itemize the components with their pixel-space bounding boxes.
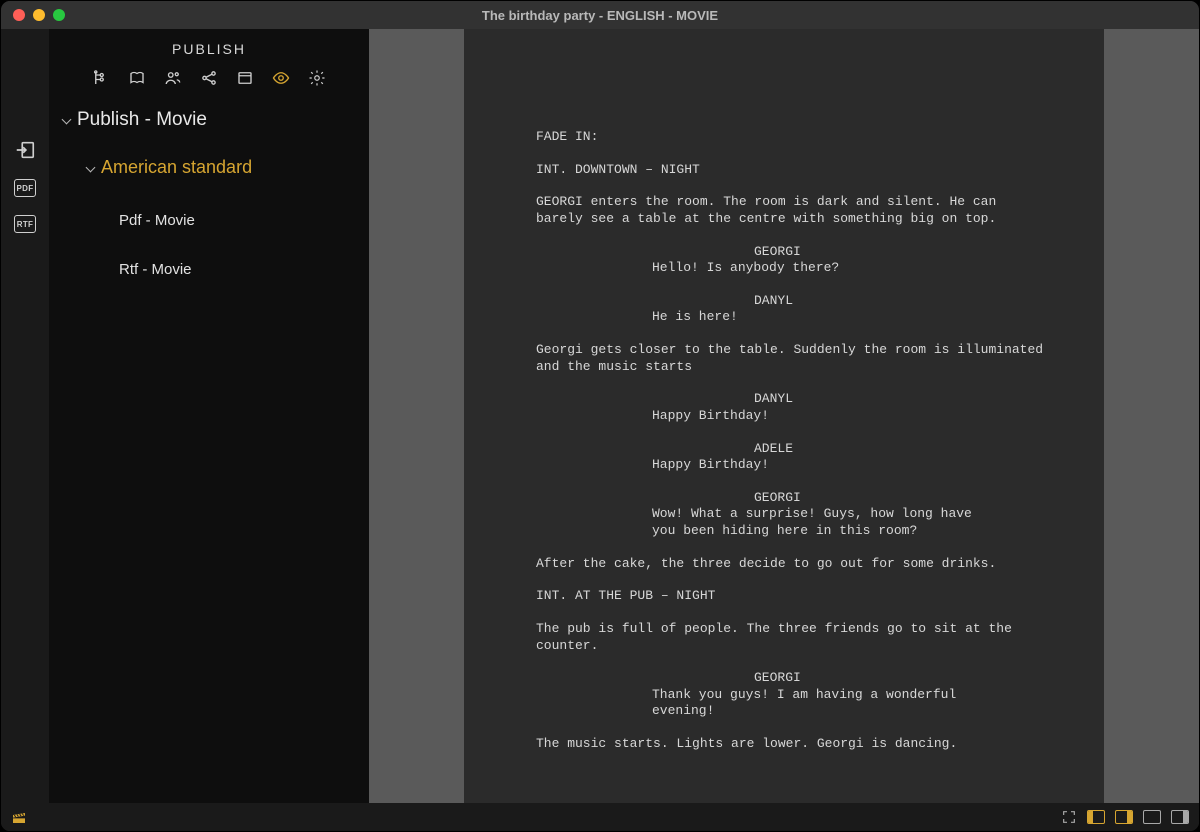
dialogue-text: Wow! What a surprise! Guys, how long hav…	[536, 506, 1048, 539]
sidebar-toolbar	[49, 67, 369, 101]
character-cue: GEORGI	[536, 244, 1048, 261]
rtf-badge-icon[interactable]: RTF	[14, 215, 36, 233]
dialogue-block: ADELEHappy Birthday!	[536, 441, 1048, 474]
pdf-badge-icon[interactable]: PDF	[14, 179, 36, 197]
preview-area[interactable]: FADE IN: INT. DOWNTOWN – NIGHT GEORGI ente…	[369, 29, 1199, 803]
zoom-window-button[interactable]	[53, 9, 65, 21]
statusbar	[1, 803, 1199, 831]
tree-group-label: American standard	[101, 157, 252, 178]
sidebar-title: PUBLISH	[49, 37, 369, 67]
layout-right-panel-button[interactable]	[1171, 810, 1189, 824]
app-window: The birthday party - ENGLISH - MOVIE PDF…	[0, 0, 1200, 832]
dialogue-text: Hello! Is anybody there?	[536, 260, 1048, 277]
preview-icon[interactable]	[272, 69, 290, 87]
tree-group-american-standard[interactable]: American standard	[59, 151, 359, 184]
dialogue-block: GEORGIThank you guys! I am having a wond…	[536, 670, 1048, 720]
sidebar: PUBLISH	[49, 29, 369, 803]
chevron-down-icon	[61, 115, 71, 125]
act-block: Georgi gets closer to the table. Suddenl…	[536, 342, 1048, 375]
left-rail: PDF RTF	[1, 29, 49, 803]
tree-item-rtf[interactable]: Rtf - Movie	[59, 255, 359, 284]
act-block: GEORGI enters the room. The room is dark…	[536, 194, 1048, 227]
dialogue-text: Thank you guys! I am having a wonderful …	[536, 687, 1048, 720]
dialogue-block: DANYLHappy Birthday!	[536, 391, 1048, 424]
dialogue-text: Happy Birthday!	[536, 457, 1048, 474]
layout-single-button[interactable]	[1143, 810, 1161, 824]
dialogue-block: DANYLHe is here!	[536, 293, 1048, 326]
export-icon[interactable]	[14, 139, 36, 161]
trans-block: FADE IN:	[536, 129, 1048, 146]
share-icon[interactable]	[200, 69, 218, 87]
tree-item-rtf-label: Rtf - Movie	[119, 261, 192, 278]
chevron-down-icon	[85, 163, 95, 173]
act-block: The pub is full of people. The three fri…	[536, 621, 1048, 654]
close-window-button[interactable]	[13, 9, 25, 21]
tree-root[interactable]: Publish - Movie	[59, 103, 359, 137]
act-block: The music starts. Lights are lower. Geor…	[536, 736, 1048, 753]
character-cue: DANYL	[536, 293, 1048, 310]
act-block: After the cake, the three decide to go o…	[536, 556, 1048, 573]
book-icon[interactable]	[128, 69, 146, 87]
titlebar: The birthday party - ENGLISH - MOVIE	[1, 1, 1199, 29]
layout-icon[interactable]	[236, 69, 254, 87]
scene-block: INT. AT THE PUB – NIGHT	[536, 588, 1048, 605]
app-body: PDF RTF PUBLISH	[1, 29, 1199, 803]
dialogue-block: GEORGIHello! Is anybody there?	[536, 244, 1048, 277]
dialogue-block: GEORGIWow! What a surprise! Guys, how lo…	[536, 490, 1048, 540]
tree-root-label: Publish - Movie	[77, 109, 207, 131]
scene-block: INT. DOWNTOWN – NIGHT	[536, 162, 1048, 179]
character-cue: GEORGI	[536, 490, 1048, 507]
layout-left-panel-button[interactable]	[1087, 810, 1105, 824]
tree-item-pdf-label: Pdf - Movie	[119, 212, 195, 229]
rtf-badge-label: RTF	[17, 220, 33, 229]
window-controls	[13, 9, 65, 21]
window-title: The birthday party - ENGLISH - MOVIE	[1, 8, 1199, 23]
dialogue-text: He is here!	[536, 309, 1048, 326]
settings-icon[interactable]	[308, 69, 326, 87]
character-cue: DANYL	[536, 391, 1048, 408]
pdf-badge-label: PDF	[17, 184, 34, 193]
tree-icon[interactable]	[92, 69, 110, 87]
script-page: FADE IN: INT. DOWNTOWN – NIGHT GEORGI ente…	[464, 29, 1104, 803]
tree-item-pdf[interactable]: Pdf - Movie	[59, 206, 359, 235]
character-cue: GEORGI	[536, 670, 1048, 687]
layout-right-panel-gold-button[interactable]	[1115, 810, 1133, 824]
dialogue-text: Happy Birthday!	[536, 408, 1048, 425]
character-cue: ADELE	[536, 441, 1048, 458]
publish-tree: Publish - Movie American standard Pdf - …	[49, 101, 369, 284]
fullscreen-icon[interactable]	[1061, 809, 1077, 825]
clapperboard-icon[interactable]	[11, 809, 27, 825]
minimize-window-button[interactable]	[33, 9, 45, 21]
users-icon[interactable]	[164, 69, 182, 87]
